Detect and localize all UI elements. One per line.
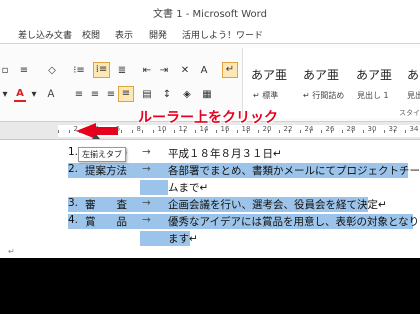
align-right-icon[interactable]: ≡ xyxy=(104,88,118,102)
ruler-tick xyxy=(383,130,385,133)
item-number: 2. xyxy=(68,163,79,175)
ruler-number: 34 xyxy=(409,125,419,133)
tab-view[interactable]: 表示 xyxy=(115,28,133,41)
char-shading-icon[interactable]: Ａ xyxy=(44,88,58,102)
styles-group-label: スタイル xyxy=(399,109,420,117)
tab-stop-marker[interactable] xyxy=(92,134,100,139)
ribbon-tabs: 差し込み文書 校閲 表示 開発 活用しよう！ワード xyxy=(0,24,420,44)
ruler-number: 28 xyxy=(346,125,356,133)
tab-arrow: → xyxy=(142,214,151,226)
list-item-continuation: ます↵ xyxy=(0,231,420,248)
font-color-dropdown-icon[interactable]: ▾ xyxy=(30,88,38,102)
multilevel-list-icon[interactable]: ≣ xyxy=(115,64,129,78)
line-spacing-icon[interactable]: ↕ xyxy=(160,88,174,102)
item-number: 1. xyxy=(68,146,79,158)
align-left-icon[interactable]: ≡ xyxy=(72,88,86,102)
tab-arrow: → xyxy=(142,146,151,158)
screenshot-frame: 文書 1 - Microsoft Word 差し込み文書 校閲 表示 開発 活用… xyxy=(0,0,420,314)
tab-type-tooltip: 左揃えタブ xyxy=(78,147,126,162)
paragraph-mark: ↵ xyxy=(8,247,15,256)
ruler-tick xyxy=(121,130,122,133)
ruler-number: 22 xyxy=(283,125,293,133)
list-item-continuation: ムまで↵ xyxy=(0,180,420,197)
document-body[interactable]: 1. 日 時 → 平成１８年８月３１日↵ 2. 提案方法 → 各部署でまとめ、書… xyxy=(0,140,420,258)
list-item: 1. 日 時 → 平成１８年８月３１日↵ xyxy=(0,146,420,163)
borders-icon[interactable]: ▦ xyxy=(200,88,214,102)
ruler-number: 24 xyxy=(304,125,314,133)
show-marks-icon[interactable]: ↵ xyxy=(222,62,238,78)
style-name-no-spacing: ↵ 行間詰め xyxy=(303,91,345,100)
ruler-click-arrow xyxy=(76,123,118,139)
item-text-cont: ムまで↵ xyxy=(168,182,209,194)
item-label: 提案方法 xyxy=(85,165,127,177)
tab-arrow: → xyxy=(142,163,151,175)
shading-icon[interactable]: ◈ xyxy=(180,88,194,102)
item-text-cont: ます↵ xyxy=(168,233,198,245)
ruler-tick xyxy=(341,130,343,133)
numbering-icon[interactable]: ⁞≡ xyxy=(93,62,110,78)
bullets-icon[interactable]: ⁝≡ xyxy=(72,64,86,78)
list-item: 4. 賞 品 → 優秀なアイデアには賞品を用意し、表彰の対象となり xyxy=(0,214,420,231)
style-name-heading: 見出し xyxy=(407,91,420,100)
change-case-icon[interactable]: ◇ xyxy=(46,64,58,78)
ruler-tick xyxy=(194,130,196,133)
distribute-icon[interactable]: ▤ xyxy=(140,88,154,102)
style-preview-no-spacing[interactable]: あア亜 xyxy=(303,66,339,83)
font-color-icon[interactable]: A xyxy=(14,88,26,102)
style-preview-heading1[interactable]: あア亜 xyxy=(356,66,392,83)
item-label: 賞 品 xyxy=(85,216,127,228)
ruler-tick xyxy=(142,130,143,133)
ruler-tick xyxy=(173,130,175,133)
ruler-tick xyxy=(278,130,280,133)
ruler-tick xyxy=(215,130,217,133)
ruler-tick xyxy=(236,130,238,133)
tab-mailings[interactable]: 差し込み文書 xyxy=(18,28,72,41)
title-bar: 文書 1 - Microsoft Word xyxy=(0,0,420,24)
item-text: 優秀なアイデアには賞品を用意し、表彰の対象となり xyxy=(168,216,420,228)
ruler-tick xyxy=(320,130,322,133)
tab-addin[interactable]: 活用しよう！ワード xyxy=(182,28,263,41)
style-name-normal: ↵ 標準 xyxy=(253,91,279,100)
item-text: 平成１８年８月３１日↵ xyxy=(168,148,282,160)
justify-icon[interactable]: ≡ xyxy=(118,86,134,102)
list-item: 2. 提案方法 → 各部署でまとめ、書類かメールにてプロジェクトチー xyxy=(0,163,420,180)
item-number: 3. xyxy=(68,197,79,209)
item-number: 4. xyxy=(68,214,79,226)
ruler-tick xyxy=(404,130,406,133)
item-text: 各部署でまとめ、書類かメールにてプロジェクトチー xyxy=(168,165,420,177)
item-label: 審 査 xyxy=(85,199,127,211)
clear-format-icon[interactable]: ▾ xyxy=(0,88,10,102)
font-size-icon[interactable]: ▫ xyxy=(0,64,10,78)
tab-review[interactable]: 校閲 xyxy=(82,28,100,41)
ruler-number: 30 xyxy=(367,125,377,133)
align-center-icon[interactable]: ≡ xyxy=(88,88,102,102)
tab-developer[interactable]: 開発 xyxy=(149,28,167,41)
sort-icon[interactable]: ✕ xyxy=(178,64,192,78)
item-text: 企画会議を行い、選考会、役員会を経て決定↵ xyxy=(168,199,387,211)
increase-indent-icon[interactable]: ⇥ xyxy=(157,64,171,78)
grow-font-icon[interactable]: ≡ xyxy=(18,64,30,78)
decrease-indent-icon[interactable]: ⇤ xyxy=(140,64,154,78)
asian-layout-icon[interactable]: A xyxy=(197,64,211,78)
style-preview-heading[interactable]: あア亜 xyxy=(407,66,420,83)
ruler-number: 26 xyxy=(325,125,335,133)
ruler-tick xyxy=(257,130,259,133)
instruction-annotation: ルーラー上をクリック xyxy=(138,110,278,126)
style-preview-normal[interactable]: あア亜 xyxy=(251,66,287,83)
ruler-tick xyxy=(152,130,154,133)
ruler-tick xyxy=(362,130,364,133)
tab-arrow: → xyxy=(142,197,151,209)
ruler-number: 32 xyxy=(388,125,398,133)
ruler-tick xyxy=(299,130,301,133)
window-title: 文書 1 - Microsoft Word xyxy=(153,8,267,20)
list-item: 3. 審 査 → 企画会議を行い、選考会、役員会を経て決定↵ xyxy=(0,197,420,214)
ruler-tick xyxy=(131,130,133,133)
style-name-heading1: 見出し 1 xyxy=(357,91,389,100)
